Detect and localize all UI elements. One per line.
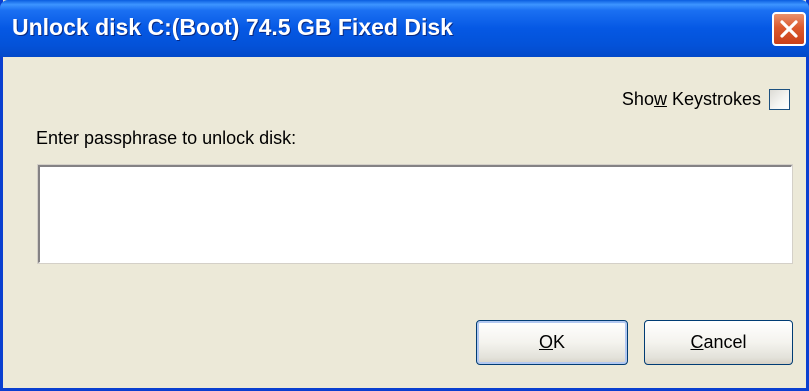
cancel-button-label: Cancel [690,332,747,352]
passphrase-prompt: Enter passphrase to unlock disk: [36,128,297,148]
show-keystrokes-option[interactable]: Show Keystrokes [622,89,790,110]
cancel-button[interactable]: Cancel [644,320,793,365]
close-icon [780,20,798,38]
window-title: Unlock disk C:(Boot) 74.5 GB Fixed Disk [12,14,453,40]
ok-button-label: OK [538,332,566,352]
passphrase-input[interactable] [37,164,793,264]
ok-button[interactable]: OK [476,320,628,365]
title-bar[interactable]: Unlock disk C:(Boot) 74.5 GB Fixed Disk [0,0,809,57]
close-button[interactable] [772,12,806,46]
show-keystrokes-label: Show Keystrokes [621,89,761,109]
show-keystrokes-checkbox[interactable] [769,89,790,110]
unlock-disk-dialog: Unlock disk C:(Boot) 74.5 GB Fixed Disk … [0,0,809,391]
